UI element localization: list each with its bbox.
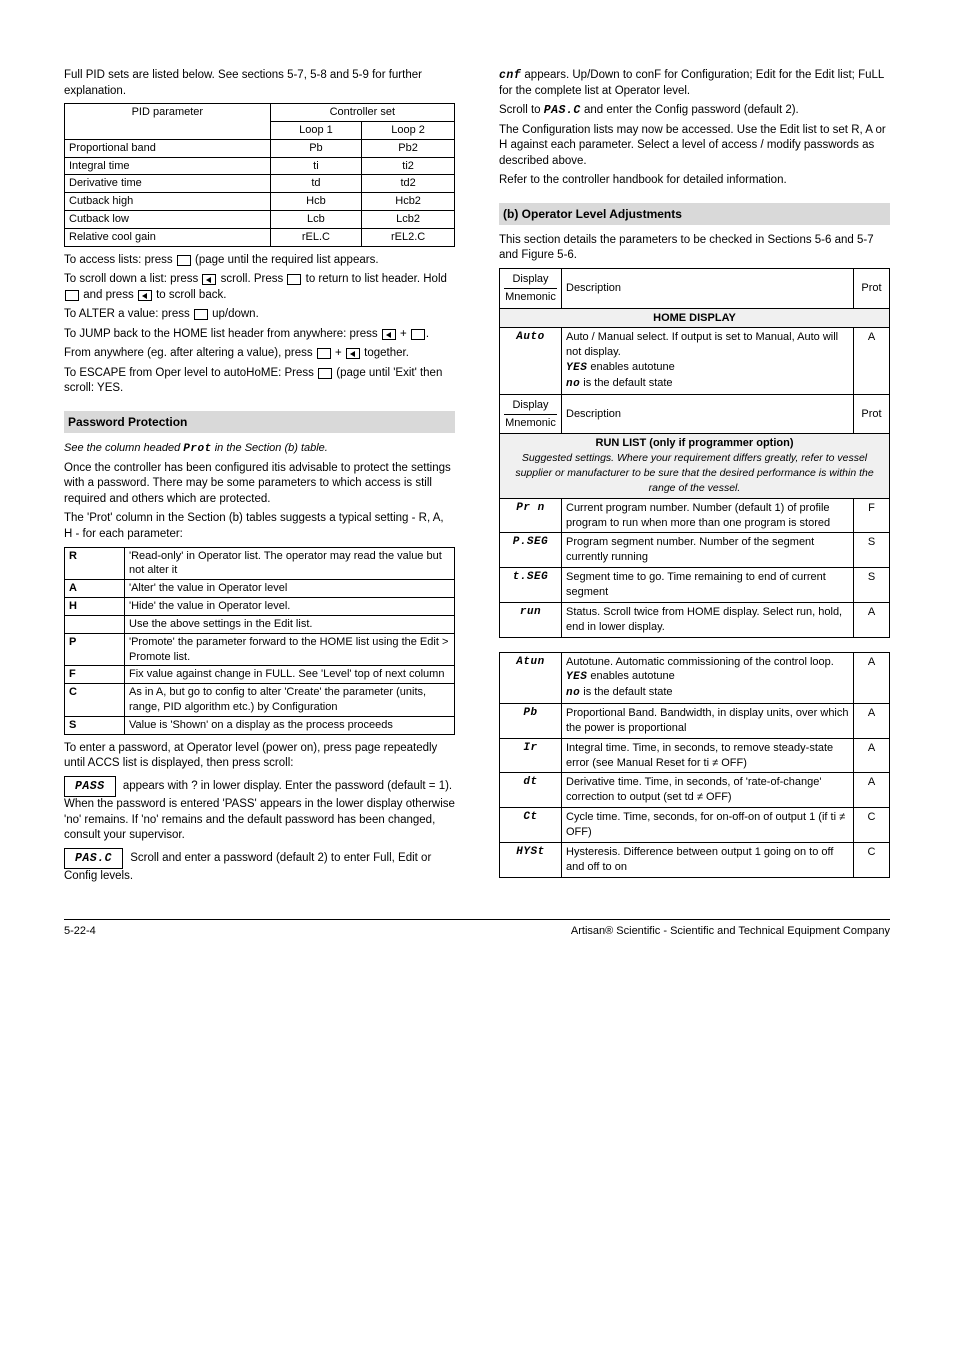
page-footer: 5-22-4 Artisan® Scientific - Scientific … bbox=[64, 919, 890, 939]
col-prot: Prot bbox=[854, 268, 890, 308]
table-row: P'Promote' the parameter forward to the … bbox=[65, 633, 455, 666]
table-row: Pr nCurrent program number. Number (defa… bbox=[500, 498, 890, 533]
cnf-p3: The Configuration lists may now be acces… bbox=[499, 123, 890, 170]
table-row: Cutback lowLcbLcb2 bbox=[65, 211, 455, 229]
scroll-icon bbox=[382, 329, 396, 340]
run-list-label: RUN LIST (only if programmer option) bbox=[596, 437, 794, 449]
scroll-icon bbox=[202, 274, 216, 285]
table-row: runStatus. Scroll twice from HOME displa… bbox=[500, 602, 890, 637]
table-row: Cutback highHcbHcb2 bbox=[65, 193, 455, 211]
right-column: cnf appears. Up/Down to conF for Configu… bbox=[499, 64, 890, 889]
table-row: SValue is 'Shown' on a display as the pr… bbox=[65, 716, 455, 734]
nav-para2: To scroll down a list: press scroll. Pre… bbox=[64, 272, 455, 303]
table-row: CAs in A, but go to config to alter 'Cre… bbox=[65, 684, 455, 717]
cnf-p2: Scroll to PAS.C and enter the Config pas… bbox=[499, 103, 890, 119]
table-row: FFix value against change in FULL. See '… bbox=[65, 666, 455, 684]
table-row: RUN LIST (only if programmer option) Sug… bbox=[500, 434, 890, 498]
page-icon bbox=[194, 309, 208, 320]
col-mnemonic-1: Display bbox=[504, 271, 557, 289]
access-intro: To enter a password, at Operator level (… bbox=[64, 741, 455, 772]
footer-company: Artisan® Scientific - Scientific and Tec… bbox=[571, 924, 890, 939]
pid-intro: Full PID sets are listed below. See sect… bbox=[64, 68, 455, 99]
table-row: PbProportional Band. Bandwidth, in displ… bbox=[500, 704, 890, 739]
pass-line: PASS appears with ? in lower display. En… bbox=[64, 776, 455, 844]
page-icon bbox=[287, 274, 301, 285]
pid-col-l2: Loop 2 bbox=[362, 121, 455, 139]
page-icon bbox=[317, 348, 331, 359]
nav-para6: To ESCAPE from Oper level to autoHoME: P… bbox=[64, 366, 455, 397]
footer-page-number: 5-22-4 bbox=[64, 924, 96, 939]
nav-para1: To access lists: press (page until the r… bbox=[64, 253, 455, 269]
scroll-icon bbox=[346, 348, 360, 359]
table-row: Derivative timetdtd2 bbox=[65, 175, 455, 193]
run-list-sub: Suggested settings. Where your requireme… bbox=[515, 452, 873, 494]
table-row: t.SEGSegment time to go. Time remaining … bbox=[500, 568, 890, 603]
table-row: Atun Autotune. Automatic commissioning o… bbox=[500, 652, 890, 704]
cnf-p4: Refer to the controller handbook for det… bbox=[499, 173, 890, 189]
table-row: Use the above settings in the Edit list. bbox=[65, 615, 455, 633]
table-row: Proportional bandPbPb2 bbox=[65, 139, 455, 157]
table-row: P.SEGProgram segment number. Number of t… bbox=[500, 533, 890, 568]
pid-col-l1: Loop 1 bbox=[270, 121, 362, 139]
table-row: Integral timetiti2 bbox=[65, 157, 455, 175]
table-row: Relative cool gainrEL.CrEL2.C bbox=[65, 228, 455, 246]
pasc-line: PAS.C Scroll and enter a password (defau… bbox=[64, 848, 455, 885]
table-row: H'Hide' the value in Operator level. bbox=[65, 598, 455, 616]
cnf-p1: cnf appears. Up/Down to conF for Configu… bbox=[499, 68, 890, 99]
section-b-intro: This section details the parameters to b… bbox=[499, 233, 890, 264]
page-icon bbox=[177, 255, 191, 266]
pasc-display: PAS.C bbox=[64, 848, 123, 870]
table-row: CtCycle time. Time, seconds, for on-off-… bbox=[500, 808, 890, 843]
pid-list-table: Atun Autotune. Automatic commissioning o… bbox=[499, 652, 890, 878]
table-row: R'Read-only' in Operator list. The opera… bbox=[65, 547, 455, 580]
table-row: PID parameter Controller set bbox=[65, 104, 455, 122]
left-column: Full PID sets are listed below. See sect… bbox=[64, 64, 455, 889]
mnemonic-auto: Auto bbox=[500, 328, 562, 394]
prot-codes-table: R'Read-only' in Operator list. The opera… bbox=[64, 547, 455, 735]
nav-para3: To ALTER a value: press up/down. bbox=[64, 307, 455, 323]
nav-para4: To JUMP back to the HOME list header fro… bbox=[64, 327, 455, 343]
table-row: HOME DISPLAY bbox=[500, 308, 890, 328]
prot-subhead: See the column headed Prot in the Sectio… bbox=[64, 441, 455, 457]
table-row: Auto Auto / Manual select. If output is … bbox=[500, 328, 890, 394]
table-row: dtDerivative time. Time, in seconds, of … bbox=[500, 773, 890, 808]
scroll-icon bbox=[138, 290, 152, 301]
home-list-label: HOME DISPLAY bbox=[500, 308, 890, 328]
pass-display: PASS bbox=[64, 776, 116, 798]
col-description: Description bbox=[562, 268, 854, 308]
pid-sets-table: PID parameter Controller set Loop 1 Loop… bbox=[64, 103, 455, 247]
page-icon bbox=[411, 329, 425, 340]
prot-p1: Once the controller has been configured … bbox=[64, 461, 455, 508]
home-table: Display Mnemonic Description Prot HOME D… bbox=[499, 268, 890, 638]
table-row: HYStHysteresis. Difference between outpu… bbox=[500, 842, 890, 877]
col-mnemonic-2: Mnemonic bbox=[504, 289, 557, 306]
page-icon bbox=[65, 290, 79, 301]
section-b-heading: (b) Operator Level Adjustments bbox=[499, 203, 890, 225]
page-icon bbox=[318, 368, 332, 379]
prot-p2: The 'Prot' column in the Section (b) tab… bbox=[64, 511, 455, 542]
table-row: IrIntegral time. Time, in seconds, to re… bbox=[500, 738, 890, 773]
pid-col-sets: Controller set bbox=[270, 104, 454, 122]
pid-col-param: PID parameter bbox=[65, 104, 271, 140]
nav-para5: From anywhere (eg. after altering a valu… bbox=[64, 346, 455, 362]
password-protection-heading: Password Protection bbox=[64, 411, 455, 433]
table-row: A'Alter' the value in Operator level bbox=[65, 580, 455, 598]
